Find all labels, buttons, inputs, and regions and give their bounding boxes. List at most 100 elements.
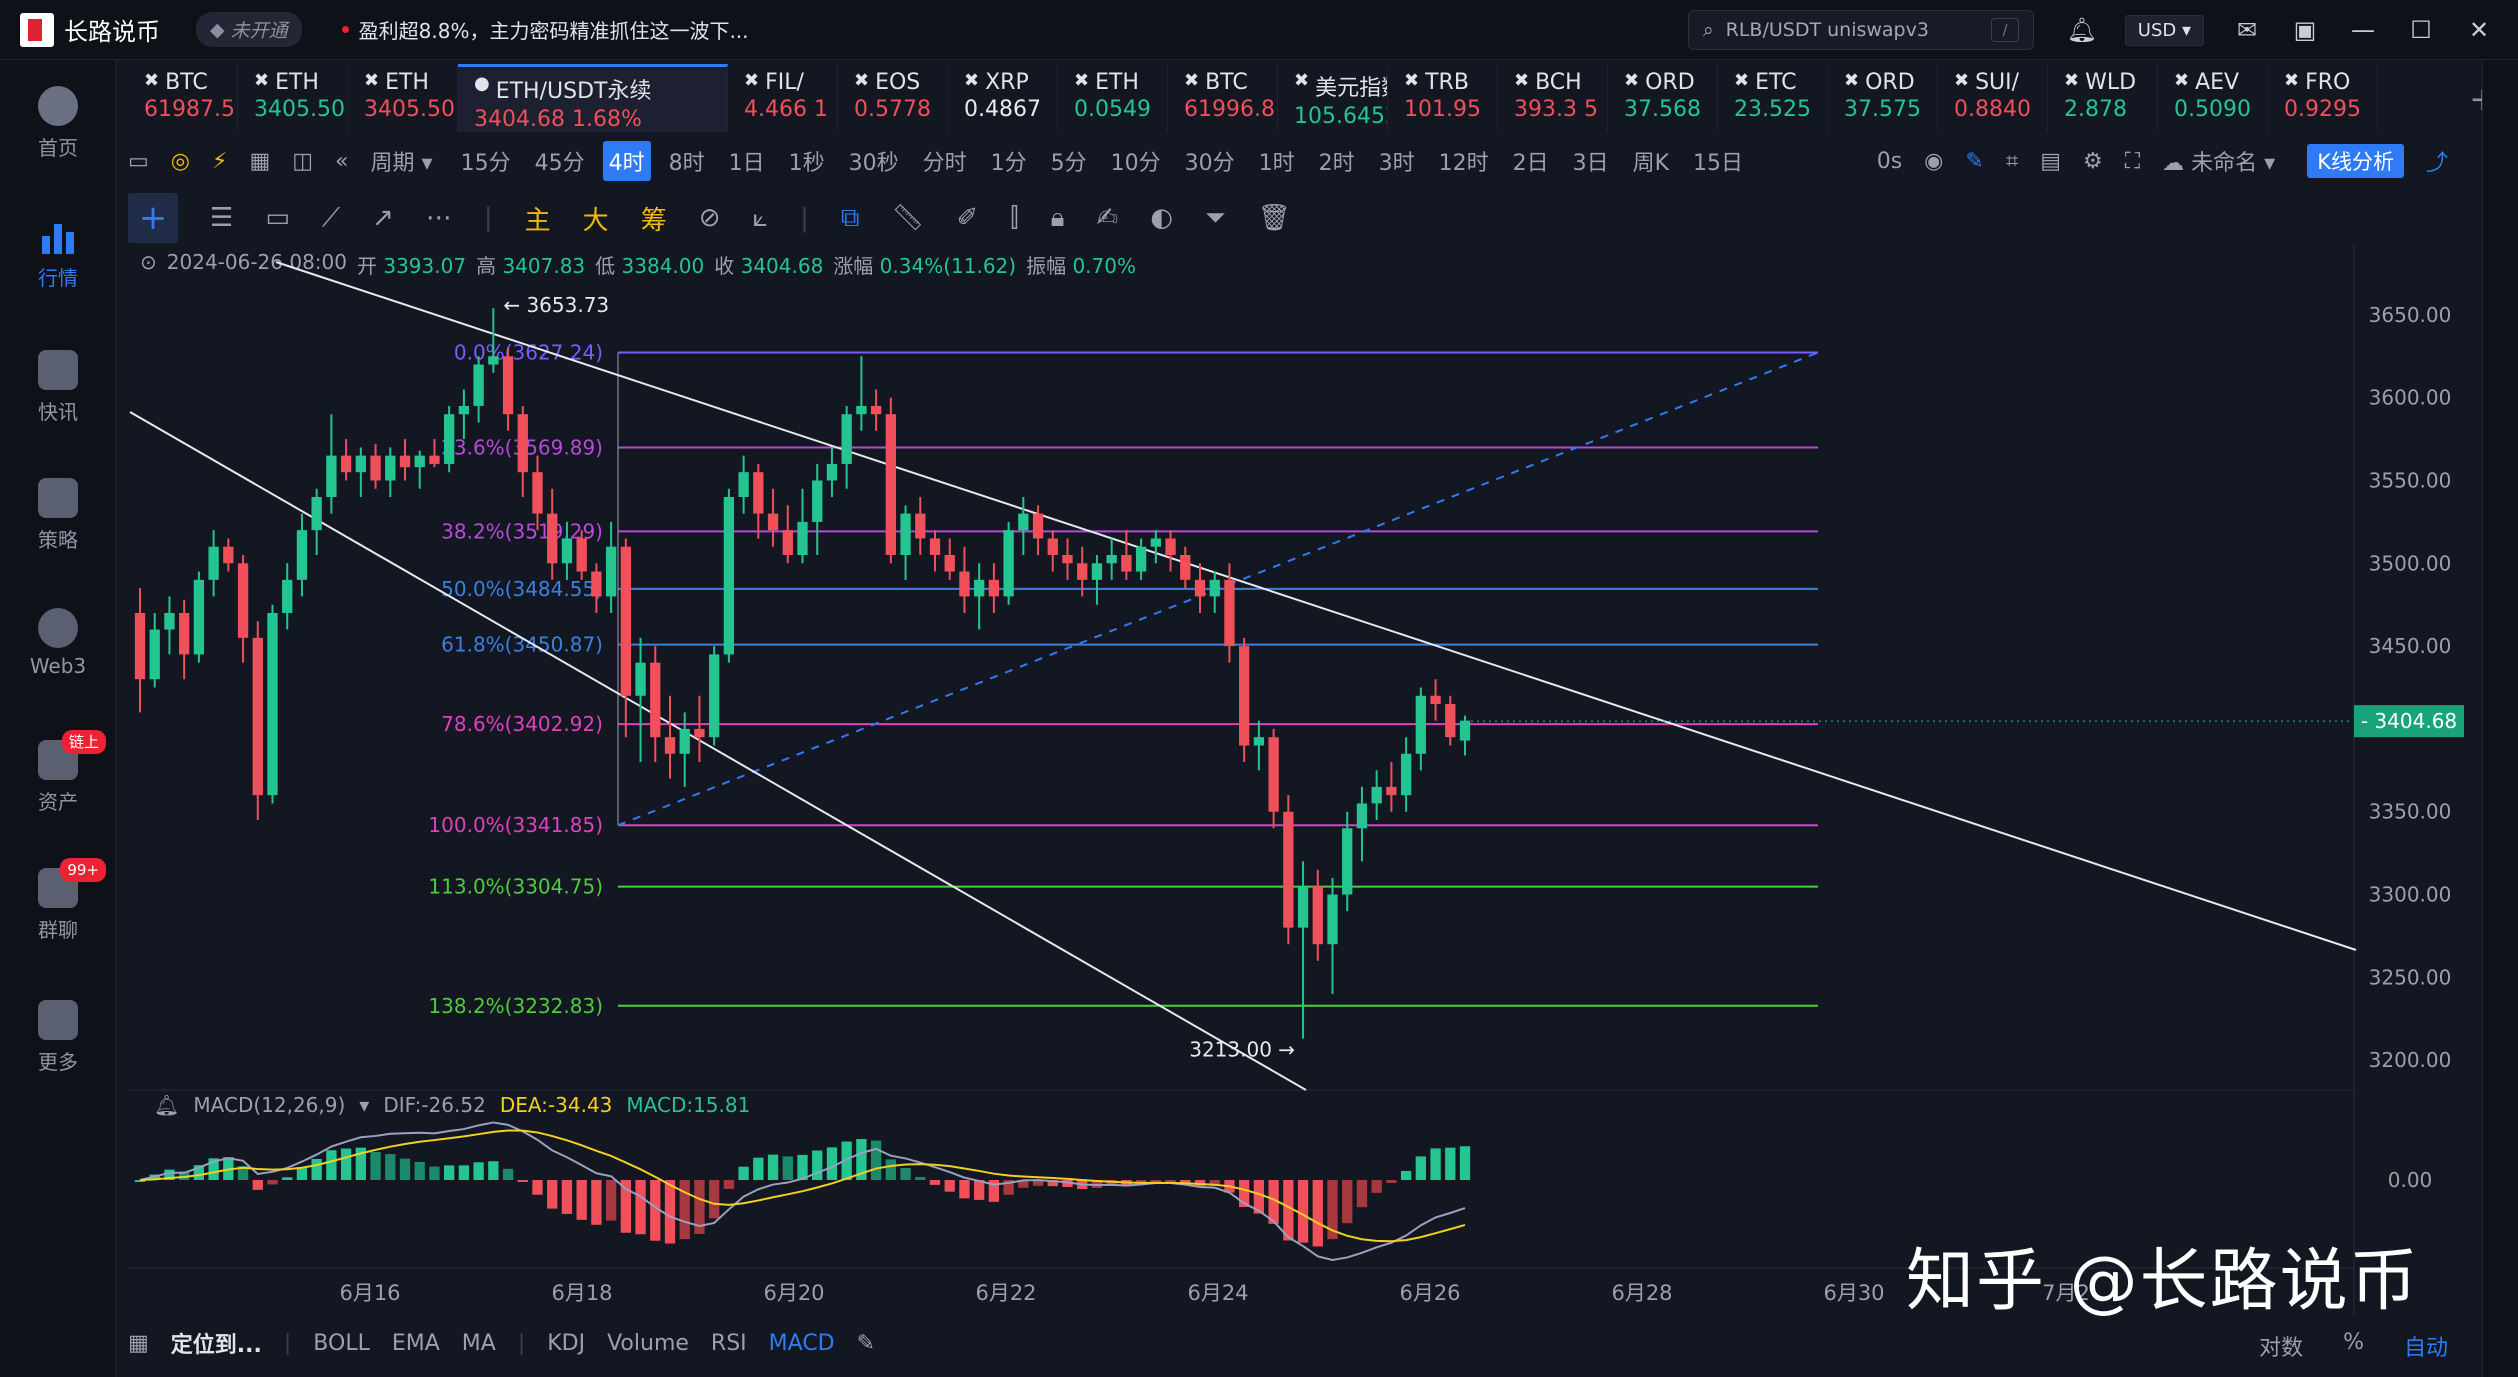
close-tab-icon[interactable]: ✖ [2064,70,2079,95]
symbol-tab[interactable]: ✖ ETH 3405.50 [348,64,458,132]
eye-icon[interactable]: ◐ [1150,203,1173,233]
symbol-tab[interactable]: ✖ XRP 0.4867 [948,64,1058,132]
lock-icon[interactable]: 🔒︎ [1051,203,1065,234]
camera-icon[interactable]: ◉ [1924,149,1943,174]
indicator-rsi[interactable]: RSI [711,1331,747,1356]
period-option[interactable]: 1分 [985,141,1033,181]
layout-icon[interactable]: ▣ [2290,15,2320,45]
brush-icon[interactable]: ✐ [956,203,978,233]
period-option[interactable]: 2日 [1507,141,1555,181]
period-option[interactable]: 3日 [1567,141,1615,181]
nav-market[interactable]: 行情 [0,216,116,291]
close-tab-icon[interactable]: ✖ [1734,70,1749,95]
locate-button[interactable]: 定位到... [171,1327,262,1359]
close-tab-icon[interactable]: ✖ [2284,70,2299,95]
symbol-tab[interactable]: ✖ AEV 0.5090 [2158,64,2268,132]
symbol-tab[interactable]: ✖ FRO 0.9295 [2268,64,2378,132]
period-option[interactable]: 30分 [1179,141,1241,181]
calendar-icon[interactable]: ▦ [249,149,270,174]
close-tab-icon[interactable]: ✖ [1074,70,1089,95]
copy-icon[interactable]: ⧉ [841,203,860,234]
close-tab-icon[interactable]: ✖ [744,70,759,95]
chip-button[interactable]: 筹 [641,200,667,237]
symbol-tab[interactable]: ✖ ORD 37.575 [1828,64,1938,132]
collapse-icon[interactable]: ⊙ [140,250,157,279]
symbol-tab[interactable]: ✖ ETH 3405.50 [238,64,348,132]
period-option[interactable]: 1时 [1253,141,1301,181]
period-option[interactable]: 分时 [917,141,973,181]
note-icon[interactable]: ✍ [1096,203,1118,233]
nav-strategy[interactable]: 策略 [0,478,116,553]
magnet-icon[interactable]: ⊘ [699,203,721,233]
rectangle-icon[interactable]: ▭ [265,203,290,233]
close-tab-icon[interactable]: ✖ [144,70,159,95]
symbol-tab[interactable]: ✖ BTC 61987.5 [128,64,238,132]
settings-icon[interactable]: ⚙ [2083,149,2103,174]
period-option[interactable]: 30秒 [843,141,905,181]
period-option[interactable]: 45分 [529,141,591,181]
close-tab-icon[interactable]: ✖ [1514,70,1529,95]
nav-chat[interactable]: 99+ 群聊 [0,858,116,943]
indicator-kdj[interactable]: KDJ [547,1331,585,1356]
indicator-icon[interactable]: ◎ [171,149,190,174]
filter-icon[interactable]: ⏷ [1205,203,1226,234]
close-tab-icon[interactable]: ✖ [1954,70,1969,95]
chart-type-icon[interactable]: ▭ [128,149,149,174]
trendline-icon[interactable]: ⟋ [322,203,340,234]
crosshair-icon[interactable]: + [128,193,178,243]
ray-icon[interactable]: ↗ [372,203,394,233]
ruler-icon[interactable]: 📏︎ [891,203,924,233]
close-tab-icon[interactable]: ✖ [1624,70,1639,95]
more-icon[interactable]: ⋯ [426,203,452,233]
period-option[interactable]: 1秒 [783,141,831,181]
coin-icon[interactable]: ● [474,73,490,105]
edit-icon[interactable]: ✎ [857,1331,875,1356]
period-option[interactable]: 3时 [1373,141,1421,181]
period-option[interactable]: 10分 [1105,141,1167,181]
symbol-tab[interactable]: ✖ ETC 23.525 [1718,64,1828,132]
cloud-save[interactable]: ☁ 未命名 ▾ [2162,145,2275,177]
fullscreen-icon[interactable]: ⛶ [2125,149,2140,174]
indicator-boll[interactable]: BOLL [313,1331,370,1356]
nav-home[interactable]: 首页 [0,86,116,161]
indicator-ma[interactable]: MA [462,1331,496,1356]
symbol-tab[interactable]: ✖ ETH 0.0549 [1058,64,1168,132]
membership-badge[interactable]: ◆ 未开通 [196,12,302,47]
close-tab-icon[interactable]: ✖ [1404,70,1419,95]
k-analysis-button[interactable]: K线分析 [2307,144,2404,178]
share-icon[interactable]: ⤴ [2426,145,2448,177]
symbol-tab[interactable]: ✖ SUI/0.8840 [1938,64,2048,132]
close-tab-icon[interactable]: ✖ [964,70,979,95]
period-option[interactable]: 12时 [1433,141,1495,181]
symbol-tab[interactable]: ✖ WLD 2.878 [2048,64,2158,132]
period-option[interactable]: 15分 [455,141,517,181]
bell-icon[interactable]: 🔔︎ [2067,15,2097,45]
close-tab-icon[interactable]: ✖ [1844,70,1859,95]
measure-icon[interactable]: ⟀ [753,203,769,234]
period-option[interactable]: 4时 [602,141,651,181]
period-option[interactable]: 15日 [1687,141,1749,181]
period-option[interactable]: 周K [1627,141,1675,181]
lines-icon[interactable]: ☰ [210,203,233,233]
symbol-tab[interactable]: ✖ FIL/4.466 1 [728,64,838,132]
bell-small-icon[interactable]: 🔔︎ [154,1093,179,1117]
close-icon[interactable]: ✕ [2464,15,2494,45]
layers-icon[interactable]: ▤ [2040,149,2061,174]
big-order-button[interactable]: 大 [583,200,609,237]
indicator-ema[interactable]: EMA [392,1331,440,1356]
close-tab-icon[interactable]: ✖ [364,70,379,95]
symbol-tab[interactable]: ✖ BTC 61996.8 [1168,64,1278,132]
news-ticker[interactable]: 盈利超8.8%，主力密码精准抓住这一波下... [341,15,749,44]
symbol-tab[interactable]: ✖ TRB 101.95 [1388,64,1498,132]
nav-assets[interactable]: 链上 资产 [0,730,116,815]
symbol-tab[interactable]: ● ETH/USDT永续 3404.68 1.68% [458,64,728,132]
search-input[interactable]: ⌕ RLB/USDT uniswapv3 / [1688,10,2034,50]
nav-news[interactable]: 快讯 [0,350,116,425]
trash-icon[interactable]: 🗑︎ [1258,203,1291,233]
symbol-tab[interactable]: ✖ BCH 393.3 5 [1498,64,1608,132]
auto-scale-toggle[interactable]: 自动 [2404,1330,2448,1362]
minimize-icon[interactable]: — [2348,15,2378,45]
close-tab-icon[interactable]: ✖ [2174,70,2189,95]
pen-icon[interactable]: ✎ [1965,149,1983,174]
layout-split-icon[interactable]: ◫ [292,149,313,174]
